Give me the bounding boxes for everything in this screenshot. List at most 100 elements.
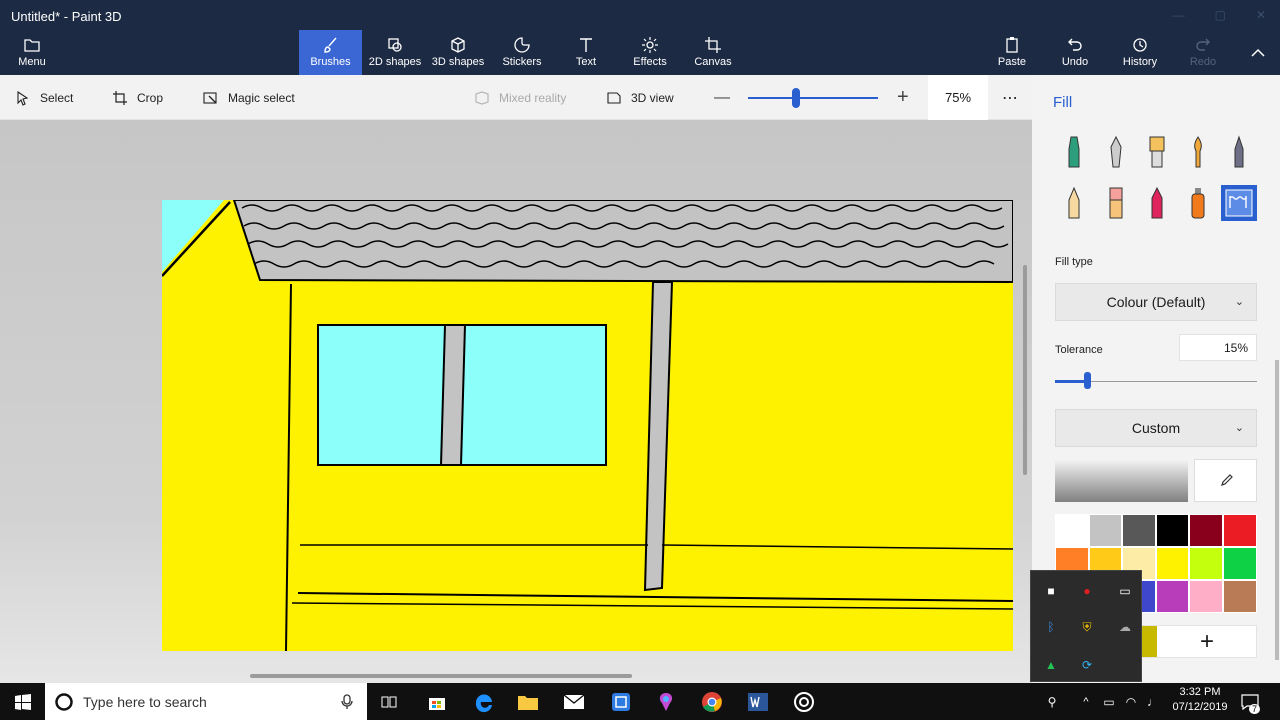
current-color-swatch[interactable] — [1055, 459, 1188, 502]
cortana-icon — [55, 692, 73, 711]
zoom-in-button[interactable]: + — [897, 75, 909, 120]
minus-icon: — — [714, 88, 730, 106]
zoom-value[interactable]: 75% — [928, 75, 988, 120]
spray-can-brush[interactable] — [1180, 185, 1216, 221]
tab-label: 2D shapes — [368, 56, 422, 68]
mixed-reality-button[interactable]: Mixed reality — [474, 75, 566, 120]
zoom-slider-thumb[interactable] — [792, 88, 800, 108]
pencil-brush[interactable] — [1056, 185, 1092, 221]
app-tray-icon[interactable]: ■ — [1041, 581, 1061, 601]
magic-select-button[interactable]: Magic select — [203, 75, 295, 120]
redo-button[interactable]: Redo — [1186, 30, 1220, 75]
color-swatch[interactable] — [1222, 514, 1257, 547]
marker-brush[interactable] — [1056, 134, 1092, 170]
tab-label: 3D shapes — [431, 56, 485, 68]
start-button[interactable] — [10, 683, 36, 720]
action-center-button[interactable]: 7 — [1238, 683, 1262, 720]
mail-button[interactable] — [560, 683, 588, 720]
zoom-slider-track[interactable] — [748, 97, 878, 99]
chevron-up-icon — [1251, 48, 1265, 57]
edge-button[interactable] — [470, 683, 498, 720]
color-swatch[interactable] — [1055, 514, 1089, 547]
display-icon[interactable]: ▭ — [1115, 581, 1135, 601]
add-color-button[interactable]: + — [1157, 626, 1257, 657]
tray-overflow-popup: ■ ● ▭ ᛒ ⛨ ☁ ▲ ⟳ — [1030, 570, 1142, 682]
panel-scrollbar[interactable] — [1275, 360, 1279, 660]
3d-view-icon — [607, 91, 621, 104]
color-swatch[interactable] — [1122, 514, 1156, 547]
color-swatch[interactable] — [1155, 547, 1190, 580]
color-swatch[interactable] — [1222, 580, 1257, 613]
bluetooth-icon[interactable]: ᛒ — [1041, 617, 1061, 637]
tab-3d-shapes[interactable]: 3D shapes — [428, 30, 488, 75]
select-button[interactable]: Select — [15, 75, 73, 120]
tab-2d-shapes[interactable]: 2D shapes — [364, 30, 426, 75]
crop-button[interactable]: Crop — [112, 75, 163, 120]
microphone-icon[interactable] — [341, 693, 353, 710]
store-button[interactable] — [424, 683, 450, 720]
file-explorer-button[interactable] — [514, 683, 542, 720]
eraser-brush[interactable] — [1098, 185, 1134, 221]
taskbar-search-box[interactable]: Type here to search — [45, 683, 367, 720]
tab-effects[interactable]: Effects — [628, 30, 672, 75]
color-swatch[interactable] — [1222, 547, 1257, 580]
color-swatch[interactable] — [1189, 580, 1223, 613]
crop-label: Crop — [137, 90, 164, 105]
volume-icon[interactable]: ♩ — [1144, 683, 1162, 720]
paste-button[interactable]: Paste — [993, 30, 1031, 75]
oil-brush[interactable] — [1139, 134, 1175, 170]
tolerance-input[interactable]: 15% — [1179, 334, 1257, 361]
tab-canvas[interactable]: Canvas — [692, 30, 734, 75]
maximize-icon[interactable]: ▢ — [1215, 8, 1226, 22]
cloud-offline-icon[interactable]: ☁ — [1115, 617, 1135, 637]
recording-app-button[interactable] — [790, 683, 818, 720]
color-swatch[interactable] — [1189, 514, 1223, 547]
collapse-ribbon-button[interactable] — [1245, 30, 1271, 75]
drawing-canvas[interactable] — [162, 200, 1013, 651]
fill-type-dropdown[interactable]: Colour (Default) ⌄ — [1055, 283, 1257, 321]
zoom-out-button[interactable]: — — [714, 75, 730, 120]
undo-button[interactable]: Undo — [1057, 30, 1093, 75]
more-options-button[interactable]: ⋯ — [1002, 75, 1018, 120]
chrome-button[interactable] — [698, 683, 726, 720]
wifi-icon[interactable]: ◠ — [1122, 683, 1140, 720]
undo-label: Undo — [1061, 56, 1089, 68]
color-swatch[interactable] — [1189, 547, 1223, 580]
drive-icon[interactable]: ▲ — [1041, 655, 1061, 675]
eyedropper-button[interactable] — [1194, 459, 1257, 502]
tolerance-slider-thumb[interactable] — [1084, 372, 1091, 389]
effects-icon — [642, 37, 658, 53]
color-swatch[interactable] — [1155, 514, 1190, 547]
custom-dropdown[interactable]: Custom ⌄ — [1055, 409, 1257, 447]
tab-stickers[interactable]: Stickers — [498, 30, 546, 75]
sync-icon[interactable]: ⟳ — [1077, 655, 1097, 675]
cursor-icon — [17, 90, 29, 106]
crayon-brush[interactable] — [1139, 185, 1175, 221]
calligraphy-pen-brush[interactable] — [1098, 134, 1134, 170]
word-button[interactable] — [744, 683, 772, 720]
paint-3d-button[interactable] — [652, 683, 680, 720]
security-shield-icon[interactable]: ⛨ — [1077, 617, 1097, 637]
history-button[interactable]: History — [1119, 30, 1161, 75]
task-view-button[interactable] — [378, 683, 402, 720]
people-icon[interactable]: ⚲ — [1042, 683, 1062, 720]
fill-bucket-brush[interactable] — [1221, 185, 1257, 221]
minimize-icon[interactable]: — — [1173, 8, 1185, 22]
color-swatch[interactable] — [1155, 580, 1190, 613]
color-swatch[interactable] — [1088, 514, 1123, 547]
snip-button[interactable] — [607, 683, 635, 720]
history-label: History — [1122, 56, 1158, 68]
chevron-up-icon[interactable]: ^ — [1078, 683, 1094, 720]
3d-view-button[interactable]: 3D view — [606, 75, 674, 120]
battery-icon[interactable]: ▭ — [1100, 683, 1118, 720]
clock[interactable]: 3:32 PM 07/12/2019 — [1165, 685, 1235, 718]
menu-button[interactable]: Menu — [8, 30, 56, 75]
tab-text[interactable]: Text — [566, 30, 606, 75]
horizontal-scrollbar[interactable] — [250, 674, 632, 678]
watercolor-brush[interactable] — [1180, 134, 1216, 170]
close-icon[interactable]: ✕ — [1256, 8, 1266, 22]
vertical-scrollbar[interactable] — [1023, 265, 1027, 475]
pixel-pen-brush[interactable] — [1221, 134, 1257, 170]
record-icon[interactable]: ● — [1077, 581, 1097, 601]
tab-brushes[interactable]: Brushes — [299, 30, 362, 75]
